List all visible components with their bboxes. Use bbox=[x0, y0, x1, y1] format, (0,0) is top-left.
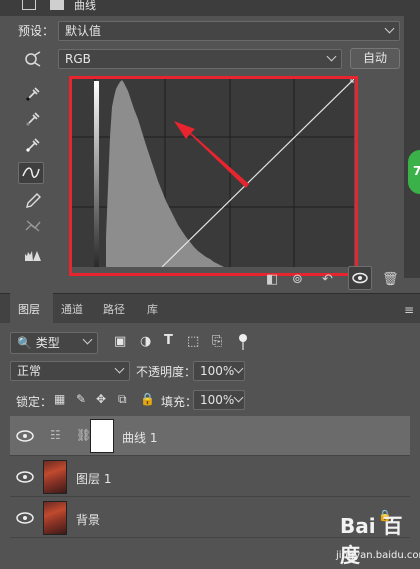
panel-title: 曲线 bbox=[74, 0, 96, 12]
auto-button[interactable]: 自动 bbox=[350, 48, 400, 69]
filter-toggle-icon[interactable] bbox=[238, 334, 248, 350]
tab-library[interactable]: 库 bbox=[147, 301, 158, 317]
tab-layers[interactable]: 图层 bbox=[10, 293, 53, 323]
histogram-warning-icon[interactable] bbox=[22, 244, 44, 266]
link-icon[interactable]: ⛓ bbox=[76, 428, 91, 442]
opacity-label: 不透明度： bbox=[136, 365, 197, 379]
layer-name: 图层 1 bbox=[76, 472, 112, 486]
opacity-value: 100% bbox=[200, 364, 235, 378]
target-adjust-icon[interactable] bbox=[22, 48, 44, 70]
view-previous-icon[interactable]: ⊚ bbox=[292, 272, 303, 292]
curves-layer-icon: ☷ bbox=[50, 428, 61, 442]
fill-field[interactable]: 100% bbox=[193, 390, 245, 410]
tab-paths[interactable]: 路径 bbox=[103, 301, 125, 317]
pixel-filter-icon[interactable]: ▣ bbox=[114, 334, 126, 349]
visibility-toggle-button[interactable] bbox=[348, 266, 372, 290]
fill-label: 填充： bbox=[161, 395, 198, 409]
eye-icon bbox=[16, 471, 34, 483]
preset-value: 默认值 bbox=[65, 24, 102, 38]
chevron-down-icon bbox=[233, 392, 244, 403]
trash-icon[interactable]: 🗑 bbox=[382, 272, 399, 292]
layer-row-curves[interactable]: ☷ ⛓ 曲线 1 bbox=[10, 416, 410, 456]
shape-filter-icon[interactable]: ⬚ bbox=[187, 334, 199, 349]
eye-icon bbox=[16, 430, 34, 442]
opacity-field[interactable]: 100% bbox=[193, 361, 245, 381]
layer-row-layer1[interactable]: 图层 1 bbox=[10, 457, 410, 497]
lock-brush-icon[interactable]: ✎ bbox=[76, 392, 86, 406]
smooth-icon[interactable] bbox=[22, 215, 44, 237]
filter-value: 类型 bbox=[35, 336, 60, 350]
status-badge: 7 bbox=[408, 150, 420, 194]
type-filter-icon[interactable]: T bbox=[164, 333, 173, 348]
tab-channels[interactable]: 通道 bbox=[61, 301, 83, 317]
lock-all-icon[interactable]: 🔒 bbox=[140, 392, 155, 406]
preset-label: 预设： bbox=[18, 24, 55, 38]
chevron-down-icon bbox=[82, 334, 93, 345]
lock-label: 锁定： bbox=[16, 395, 53, 409]
layer-thumbnail[interactable] bbox=[43, 460, 67, 494]
eyedropper-white-icon[interactable] bbox=[22, 133, 44, 155]
lock-artboard-icon[interactable]: ⧉ bbox=[118, 392, 127, 407]
layer-name: 曲线 1 bbox=[122, 431, 158, 445]
fill-value: 100% bbox=[200, 393, 235, 407]
right-panel-strip bbox=[404, 16, 420, 278]
adjustment-filter-icon[interactable]: ◑ bbox=[140, 334, 151, 349]
curve-point-icon[interactable] bbox=[18, 162, 44, 184]
mask-icon bbox=[50, 0, 64, 10]
adjustment-icon bbox=[22, 0, 36, 10]
clip-to-layer-icon[interactable]: ◧ bbox=[266, 272, 278, 292]
pencil-icon[interactable] bbox=[22, 190, 44, 212]
layer-mask-thumbnail[interactable] bbox=[90, 419, 114, 453]
eyedropper-gray-icon[interactable] bbox=[22, 107, 44, 129]
preset-dropdown[interactable]: 默认值 bbox=[58, 21, 400, 41]
layer-thumbnail[interactable] bbox=[43, 501, 67, 535]
panel-menu-icon[interactable]: ≡ bbox=[404, 303, 414, 317]
lock-move-icon[interactable]: ✥ bbox=[96, 392, 106, 406]
lock-transparent-icon[interactable]: ▦ bbox=[54, 392, 65, 406]
watermark-url: jingyan.baidu.com bbox=[336, 550, 420, 561]
chevron-down-icon bbox=[326, 51, 337, 62]
eye-icon bbox=[16, 512, 34, 524]
blend-mode-value: 正常 bbox=[17, 364, 42, 378]
channel-dropdown[interactable]: RGB bbox=[58, 49, 342, 69]
chevron-down-icon bbox=[384, 23, 395, 34]
eyedropper-black-icon[interactable] bbox=[22, 82, 44, 104]
search-icon: 🔍 bbox=[17, 336, 32, 350]
blend-mode-dropdown[interactable]: 正常 bbox=[10, 361, 130, 381]
reset-icon[interactable]: ↶ bbox=[322, 272, 333, 292]
layer-name: 背景 bbox=[76, 513, 101, 527]
channel-value: RGB bbox=[65, 52, 91, 66]
chevron-down-icon bbox=[114, 363, 125, 374]
highlight-box bbox=[69, 76, 358, 276]
panel-titlebar: 曲线 bbox=[0, 0, 420, 16]
chevron-down-icon bbox=[233, 363, 244, 374]
filter-dropdown[interactable]: 🔍 类型 bbox=[10, 332, 98, 354]
smartobject-filter-icon[interactable]: ⎘ bbox=[212, 334, 222, 349]
